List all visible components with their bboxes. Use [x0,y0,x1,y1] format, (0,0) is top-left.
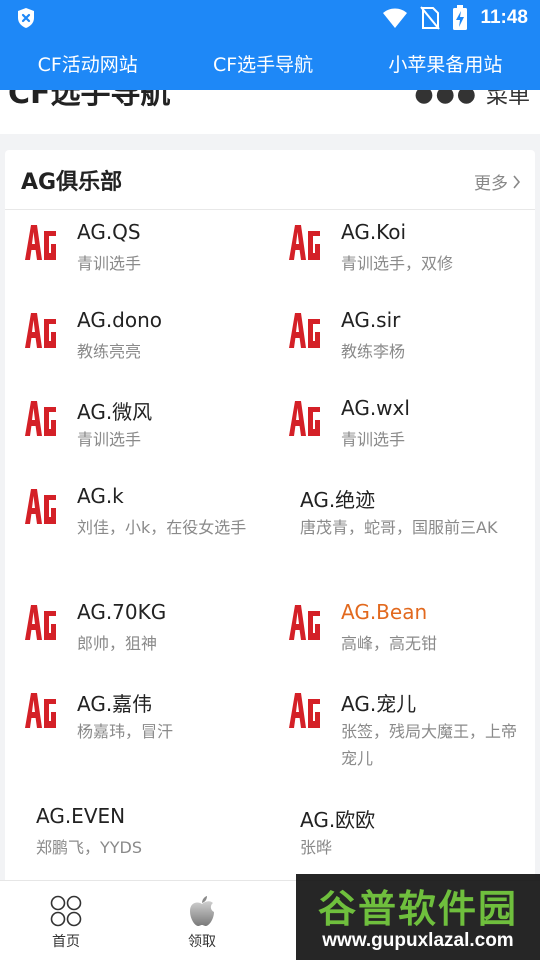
player-name: AG.70KG [77,600,167,624]
player-desc: 教练李杨 [341,342,406,361]
ag-logo-icon [289,401,320,436]
status-bar: 11:48 [0,0,540,36]
menu-button[interactable]: ●●● 菜单 [414,90,530,110]
ag-logo-icon [289,225,320,260]
player-name: AG.绝迹 [300,488,376,512]
menu-label: 菜单 [485,90,530,109]
no-sim-icon [420,6,441,30]
player-desc: 青训选手 [77,254,142,273]
player-desc: 青训选手，双修 [341,254,454,273]
player-name: AG.宠儿 [341,692,417,716]
player-desc: 张签，残局大魔王，上帝宠儿 [341,722,518,768]
player-name: AG.欧欧 [300,808,376,832]
player-desc: 郎帅，狙神 [77,634,158,653]
player-desc: 张晔 [300,838,333,857]
ag-logo-icon [25,605,56,640]
player-name: AG.dono [77,308,163,332]
ag-logo-icon [25,313,56,348]
player-name: AG.QS [77,220,141,244]
more-link[interactable]: 更多 [474,169,521,194]
site-watermark: 谷普软件园 www.gupuxlazal.com [296,874,540,960]
ag-logo-icon [25,401,56,436]
shield-icon [18,8,34,28]
player-desc: 高峰，高无钳 [341,634,438,653]
ag-logo-icon [289,313,320,348]
chevron-right-icon [513,174,521,189]
player-name: AG.sir [341,308,401,332]
player-desc: 教练亮亮 [77,342,142,361]
player-name: AG.Bean [341,600,428,624]
page-title: CF选手导航 [8,90,171,111]
watermark-url: www.gupuxlazal.com [322,930,514,951]
player-desc: 郑鹏飞，YYDS [36,838,143,857]
apple-icon [190,896,214,926]
tab-cf-activity-site[interactable]: CF活动网站 [32,50,144,77]
player-name: AG.EVEN [36,804,126,828]
status-time: 11:48 [480,7,528,28]
player-desc: 青训选手 [341,430,406,449]
wifi-icon [383,8,408,28]
player-desc: 青训选手 [77,430,142,449]
battery-charging-icon [453,5,468,30]
ag-logo-icon [289,693,320,728]
nav-claim-label: 领取 [188,934,216,950]
ag-logo-icon [25,489,56,524]
ag-logo-icon [289,605,320,640]
grid-icon [50,895,82,927]
nav-home[interactable]: 首页 [16,881,116,960]
club-title: AG俱乐部 [21,170,123,195]
more-label: 更多 [474,174,508,194]
top-tab-bar: CF活动网站 CF选手导航 小苹果备用站 [0,36,540,90]
player-name: AG.wxl [341,396,410,420]
player-desc: 唐茂青，蛇哥，国服前三AK [300,518,498,537]
more-dots-icon: ●●● [414,90,478,107]
player-name: AG.Koi [341,220,407,244]
scrolled-page-header: CF选手导航 ●●● 菜单 [0,90,540,134]
player-desc: 刘佳，小k，在役女选手 [77,518,247,537]
watermark-title: 谷普软件园 [317,887,518,931]
player-desc: 杨嘉玮，冒汗 [77,722,174,741]
player-name: AG.k [77,484,124,508]
player-name: AG.嘉伟 [77,692,153,716]
player-name: AG.微风 [77,400,153,424]
tab-cf-player-nav[interactable]: CF选手导航 [207,50,319,77]
tab-backup-site[interactable]: 小苹果备用站 [382,50,508,77]
club-card-header: AG俱乐部 更多 [5,150,535,210]
club-card: AG俱乐部 更多 AG.QS 青训选手 AG.Koi 青训选手，双修 AG.dono 教练… [5,150,535,890]
ag-logo-icon [25,693,56,728]
nav-home-label: 首页 [52,934,80,950]
ag-logo-icon [25,225,56,260]
nav-claim[interactable]: 领取 [152,881,252,960]
